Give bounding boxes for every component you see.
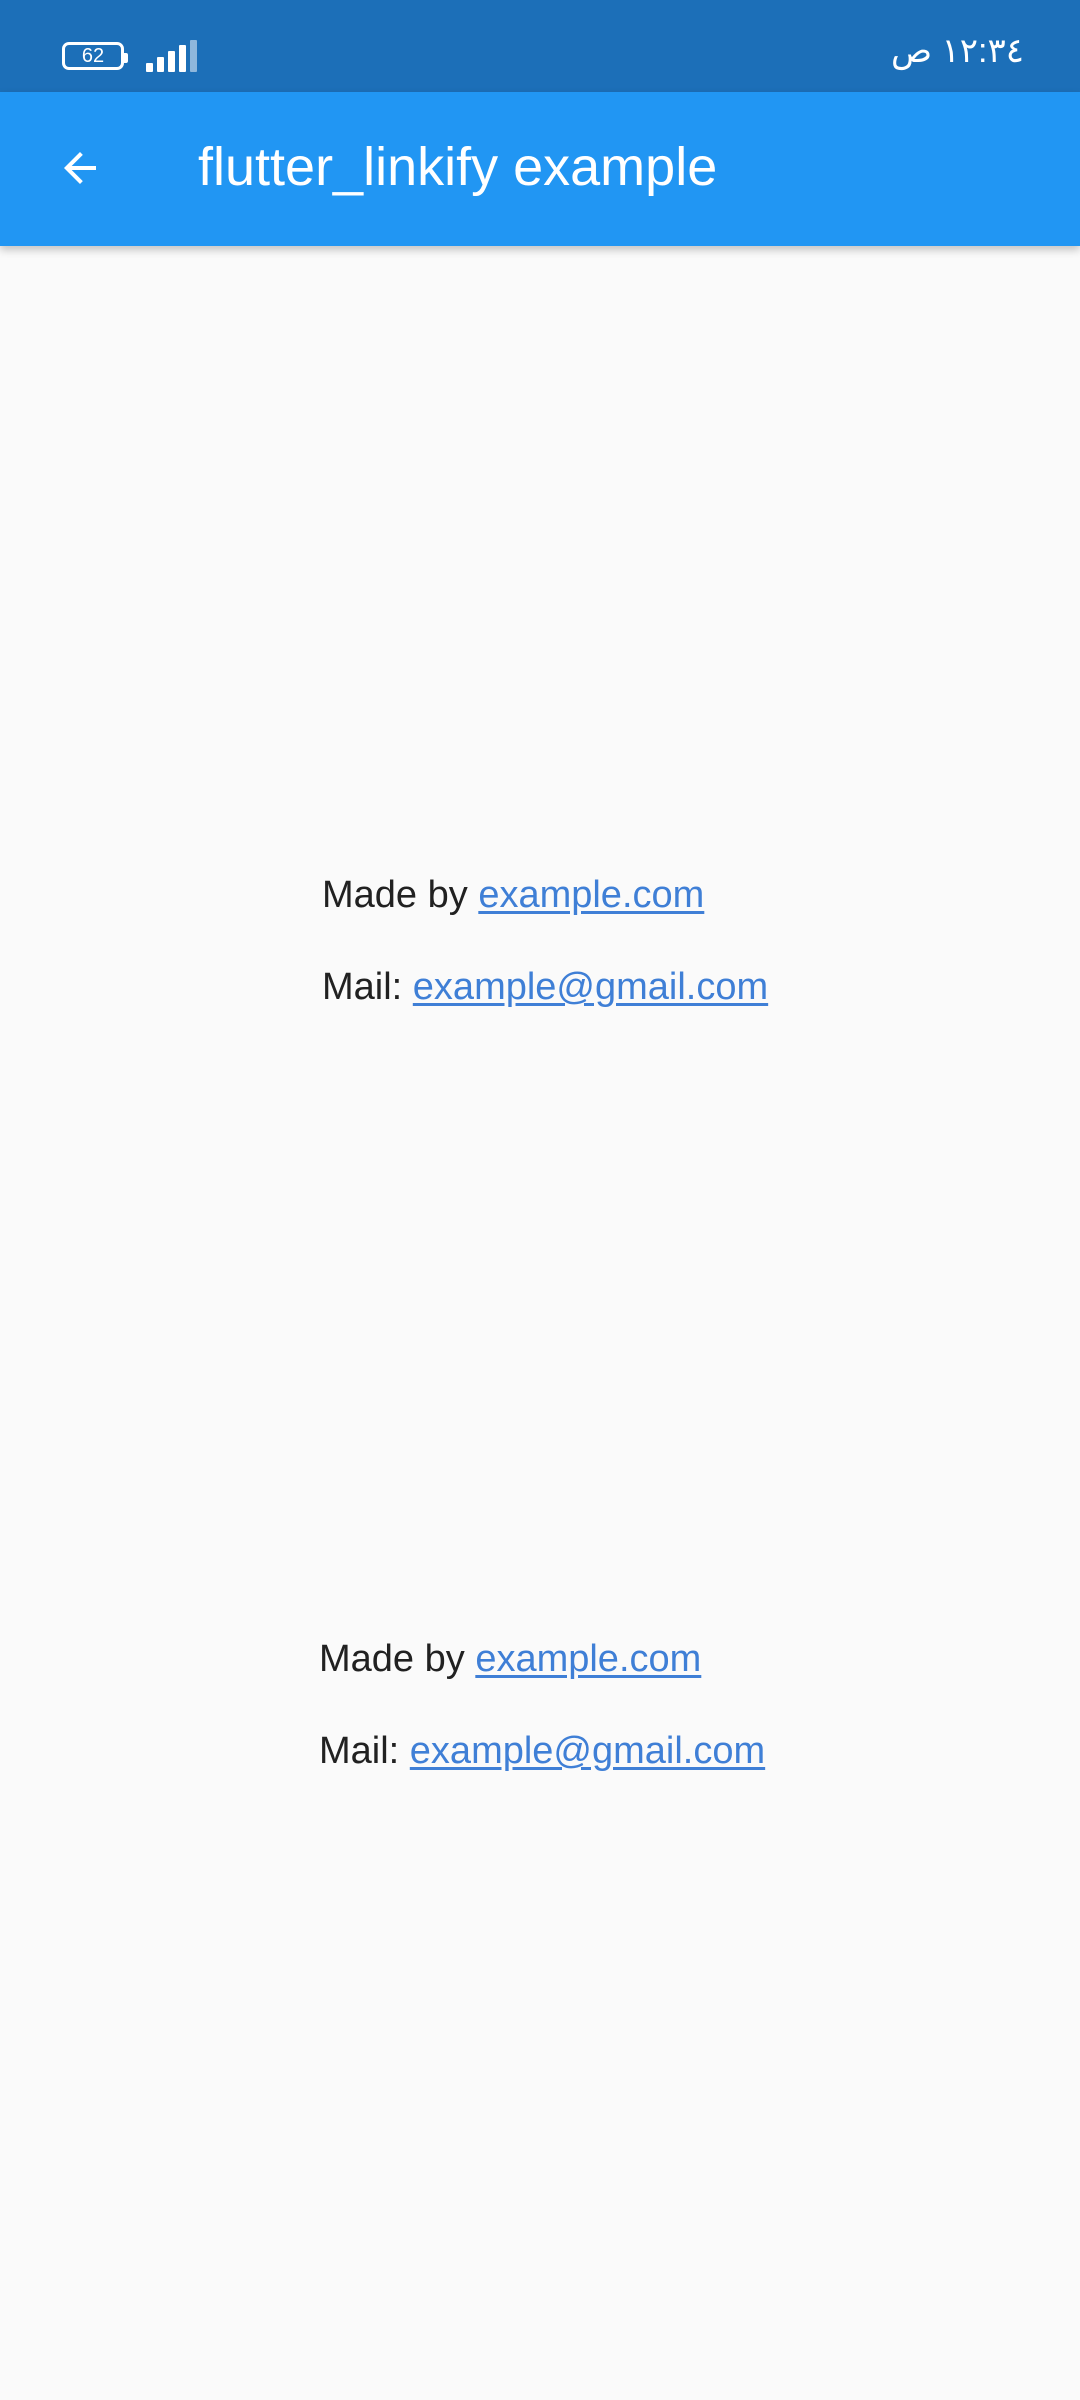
made-by-prefix: Made by [319, 1638, 465, 1680]
email-link[interactable]: example@gmail.com [413, 966, 768, 1008]
status-bar: 62 ١٢:٣٤ ص [0, 0, 1080, 92]
battery-icon: 62 [62, 42, 128, 70]
email-link[interactable]: example@gmail.com [410, 1730, 765, 1772]
mail-prefix: Mail: [322, 966, 403, 1008]
website-link[interactable]: example.com [475, 1638, 701, 1680]
status-time: ١٢:٣٤ ص [890, 32, 1024, 70]
app-bar: flutter_linkify example [0, 92, 1080, 246]
mail-prefix: Mail: [319, 1730, 400, 1772]
linkify-block-1: Made by example.com Mail: example@gmail.… [322, 876, 768, 1006]
website-link[interactable]: example.com [478, 874, 704, 916]
page-title: flutter_linkify example [198, 137, 718, 197]
back-button[interactable] [40, 128, 120, 208]
linkify-block-2: Made by example.com Mail: example@gmail.… [319, 1640, 765, 1770]
arrow-back-icon [64, 152, 96, 184]
mail-line: Mail: example@gmail.com [322, 968, 768, 1006]
made-by-prefix: Made by [322, 874, 468, 916]
mail-line: Mail: example@gmail.com [319, 1732, 765, 1770]
made-by-line: Made by example.com [319, 1640, 765, 1678]
made-by-line: Made by example.com [322, 876, 768, 914]
signal-strength-icon [146, 40, 197, 72]
battery-level: 62 [81, 45, 105, 67]
